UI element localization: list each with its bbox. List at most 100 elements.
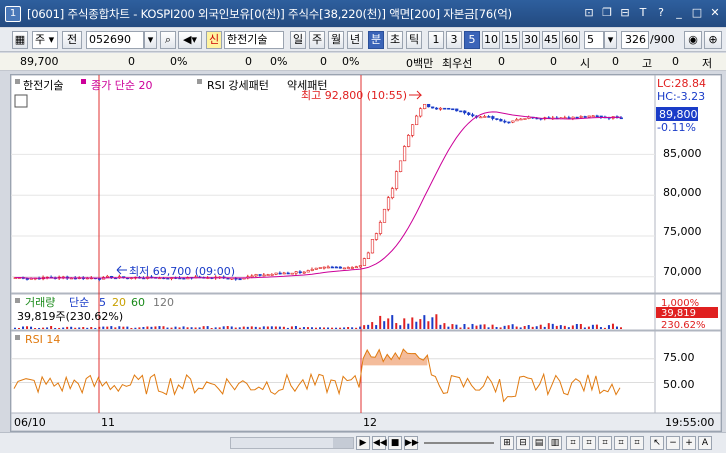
window-title: [0601] 주식종합차트 - KOSPI200 외국인보유[0(천)] 주식수…	[27, 6, 512, 21]
period-month[interactable]: 월	[328, 31, 344, 49]
code-search-icon[interactable]: ▦	[12, 31, 28, 49]
axis-85000: 85,000	[663, 147, 702, 160]
arrow-icon[interactable]: ↖	[650, 436, 664, 450]
candle-body	[358, 265, 363, 268]
volume-bar	[210, 327, 213, 329]
bottom-bar: ▶ ◀◀ ■ ▶▶ ⊞ ⊟ ▤ ▥ ⌗ ⌗ ⌗ ⌗ ⌗ ↖ − + A	[0, 432, 726, 453]
interval-60[interactable]: 60	[562, 31, 580, 49]
candle-body	[427, 103, 431, 108]
interval-1[interactable]: 1	[428, 31, 444, 49]
volume-bar	[278, 326, 281, 329]
interval-value-input[interactable]: 5	[584, 31, 604, 49]
volume-label[interactable]: 거래량	[25, 296, 55, 309]
interval-dropdown-icon[interactable]: ▾	[604, 31, 617, 49]
scroll-thumb[interactable]	[333, 438, 353, 448]
layout2-icon[interactable]: ⊟	[516, 436, 530, 450]
volume-bar	[30, 326, 33, 329]
candle-body	[350, 267, 355, 269]
chart-svg: 한전기술 종가 단순 20 RSI 강세패턴 약세패턴 최고 92,800 (1…	[11, 75, 721, 431]
volume-bar	[150, 326, 153, 329]
rewind-icon[interactable]: ◀◀	[372, 436, 387, 450]
layout1-icon[interactable]: ⊞	[500, 436, 514, 450]
info-open-value: 0	[612, 55, 619, 68]
volume-bar	[98, 326, 101, 329]
minimize-icon[interactable]: _	[672, 6, 686, 20]
volume-bar	[335, 327, 338, 329]
legend-stock[interactable]: 한전기술	[23, 79, 63, 92]
interval-45[interactable]: 45	[542, 31, 560, 49]
config-icon[interactable]: ◉	[684, 31, 702, 49]
count-input[interactable]: 326	[621, 31, 649, 49]
code-input[interactable]: 052690	[86, 31, 144, 49]
interval-5[interactable]: 5	[464, 31, 480, 49]
info-pct2: 0%	[270, 55, 288, 68]
candle-body	[455, 108, 459, 112]
layout3-icon[interactable]: ▤	[532, 436, 546, 450]
candle-body	[567, 117, 571, 119]
interval-15[interactable]: 15	[502, 31, 520, 49]
fast-forward-icon[interactable]: ▶▶	[404, 436, 419, 450]
market-select[interactable]: 주 ▾	[32, 31, 58, 49]
volume-bar	[22, 326, 25, 329]
candle-body	[439, 107, 443, 110]
draw4-icon[interactable]: ⌗	[614, 436, 628, 450]
period-tick[interactable]: 틱	[406, 31, 422, 49]
period-minute[interactable]: 분	[368, 31, 384, 49]
prev-button[interactable]: 전	[62, 31, 82, 49]
interval-10[interactable]: 10	[482, 31, 500, 49]
volume-bar	[587, 326, 590, 329]
stop-icon[interactable]: ■	[388, 436, 402, 450]
volume-bar	[363, 325, 366, 329]
candle-body	[290, 272, 294, 275]
candle-body	[298, 271, 302, 274]
speaker-icon[interactable]: ◀▾	[178, 31, 202, 49]
layout4-icon[interactable]: ▥	[548, 436, 562, 450]
zoom-in-icon[interactable]: +	[682, 436, 696, 450]
volume-bar	[443, 323, 446, 329]
period-day[interactable]: 일	[290, 31, 306, 49]
zoom-out-icon[interactable]: −	[666, 436, 680, 450]
volume-bar	[186, 327, 189, 329]
period-second[interactable]: 초	[387, 31, 403, 49]
rsi-label[interactable]: RSI 14	[25, 333, 60, 346]
close-icon[interactable]: ✕	[708, 6, 722, 20]
legend-ma[interactable]: 종가 단순 20	[91, 79, 152, 92]
help-icon[interactable]: ?	[654, 6, 668, 20]
candle-body	[266, 274, 270, 276]
candle-body	[238, 278, 242, 281]
maximize-icon[interactable]: □	[690, 6, 704, 20]
text-icon[interactable]: T	[636, 6, 650, 20]
chart-area[interactable]: 한전기술 종가 단순 20 RSI 강세패턴 약세패턴 최고 92,800 (1…	[10, 74, 722, 432]
draw1-icon[interactable]: ⌗	[566, 436, 580, 450]
candle-body	[423, 103, 427, 110]
copy-icon[interactable]: ❐	[600, 6, 614, 20]
font-icon[interactable]: A	[698, 436, 712, 450]
interval-3[interactable]: 3	[446, 31, 462, 49]
table-icon[interactable]	[14, 94, 28, 108]
draw5-icon[interactable]: ⌗	[630, 436, 644, 450]
volume-bar	[543, 326, 546, 329]
draw3-icon[interactable]: ⌗	[598, 436, 612, 450]
zoom-icon[interactable]: ⊕	[704, 31, 722, 49]
horizontal-scrollbar[interactable]	[230, 437, 354, 449]
frame-icon[interactable]: ⊟	[618, 6, 632, 20]
code-dropdown-icon[interactable]: ▾	[144, 31, 157, 49]
legend-rsi-pattern[interactable]: RSI 강세패턴	[207, 79, 269, 92]
info-open-label: 시	[580, 57, 591, 70]
interval-30[interactable]: 30	[522, 31, 540, 49]
volume-bar	[463, 324, 466, 329]
candle-body	[463, 110, 467, 114]
volume-bar	[206, 326, 209, 329]
search-icon[interactable]: ⌕	[160, 31, 176, 49]
link-icon[interactable]: ⊡	[582, 6, 596, 20]
candle-body	[294, 271, 298, 274]
period-year[interactable]: 년	[347, 31, 363, 49]
candle-body	[366, 252, 371, 259]
period-week[interactable]: 주	[309, 31, 325, 49]
volume-ma-20: 20	[112, 296, 126, 309]
speed-slider[interactable]	[424, 442, 494, 444]
volume-bar	[551, 323, 554, 329]
volume-bar	[547, 323, 550, 329]
play-icon[interactable]: ▶	[356, 436, 370, 450]
draw2-icon[interactable]: ⌗	[582, 436, 596, 450]
